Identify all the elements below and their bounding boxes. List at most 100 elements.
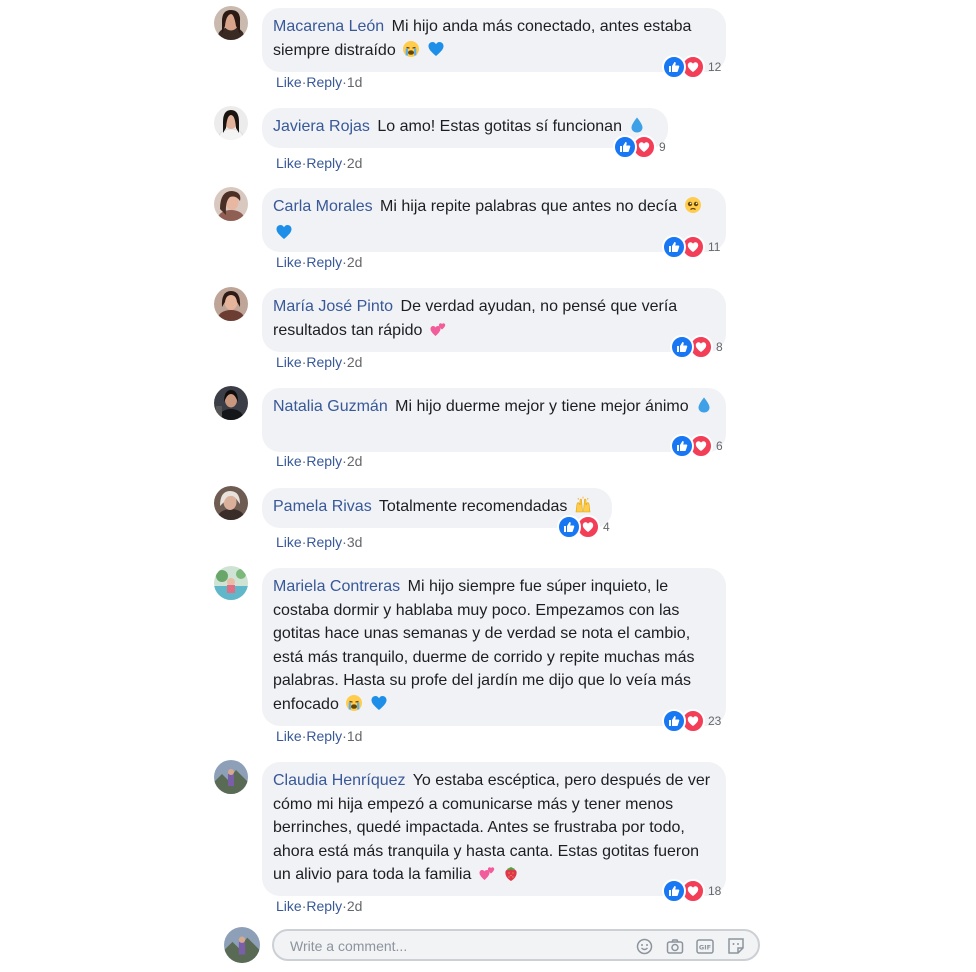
comment-time[interactable]: 2d <box>347 354 363 370</box>
reply-link[interactable]: Reply <box>306 453 342 469</box>
reaction-summary[interactable]: 6 <box>670 434 723 458</box>
reply-link[interactable]: Reply <box>306 254 342 270</box>
reply-link[interactable]: Reply <box>306 74 342 90</box>
comment-actions: Like·Reply·3d <box>276 534 362 550</box>
comment-text: Mi hija repite palabras que antes no dec… <box>380 198 678 215</box>
comment-time[interactable]: 2d <box>347 155 363 171</box>
user-avatar[interactable] <box>224 927 260 963</box>
reaction-count: 6 <box>716 439 723 453</box>
comment-input[interactable] <box>288 934 612 958</box>
avatar[interactable] <box>214 287 248 321</box>
reaction-count: 18 <box>708 884 722 898</box>
comment-author[interactable]: Natalia Guzmán <box>273 398 388 415</box>
like-reaction-icon <box>662 879 686 903</box>
like-link[interactable]: Like <box>276 728 302 744</box>
like-link[interactable]: Like <box>276 354 302 370</box>
crying-face-icon <box>345 694 363 720</box>
reaction-summary[interactable]: 8 <box>670 335 723 359</box>
avatar[interactable] <box>214 566 248 600</box>
emoji-icon[interactable] <box>635 937 653 955</box>
like-reaction-icon <box>670 335 694 359</box>
comment-author[interactable]: Mariela Contreras <box>273 578 400 595</box>
crying-face-icon <box>402 40 420 66</box>
like-reaction-icon <box>662 55 686 79</box>
comment-bubble: Carla Morales Mi hija repite palabras qu… <box>262 188 726 252</box>
reaction-count: 12 <box>708 60 722 74</box>
comment-text: Mi hijo siempre fue súper inquieto, le c… <box>273 578 695 713</box>
comment-author[interactable]: Carla Morales <box>273 198 373 215</box>
reaction-summary[interactable]: 4 <box>557 515 610 539</box>
comment-bubble: Macarena León Mi hijo anda más conectado… <box>262 8 726 72</box>
comment-actions: Like·Reply·2d <box>276 354 362 370</box>
two-hearts-icon <box>478 864 496 890</box>
reaction-count: 9 <box>659 140 666 154</box>
like-link[interactable]: Like <box>276 155 302 171</box>
reply-link[interactable]: Reply <box>306 155 342 171</box>
reaction-count: 8 <box>716 340 723 354</box>
gif-icon[interactable]: GIF <box>696 937 714 955</box>
comment-input-box[interactable]: GIF <box>272 929 760 961</box>
blue-heart-icon <box>370 694 388 720</box>
reply-link[interactable]: Reply <box>306 898 342 914</box>
avatar[interactable] <box>214 187 248 221</box>
comment-composer: GIF <box>0 924 976 968</box>
reaction-summary[interactable]: 11 <box>662 235 721 259</box>
two-hearts-icon <box>429 320 447 346</box>
avatar[interactable] <box>214 486 248 520</box>
like-reaction-icon <box>613 135 637 159</box>
reaction-summary[interactable]: 9 <box>613 135 666 159</box>
comment-text: Lo amo! Estas gotitas sí funcionan <box>377 118 622 135</box>
like-reaction-icon <box>662 235 686 259</box>
comment-time[interactable]: 3d <box>347 534 363 550</box>
comment-text: Totalmente recomendadas <box>378 498 568 515</box>
comment-time[interactable]: 1d <box>347 74 363 90</box>
comment-author[interactable]: María José Pinto <box>273 298 393 315</box>
comment-time[interactable]: 2d <box>347 453 363 469</box>
comment-author[interactable]: Javiera Rojas <box>273 118 370 135</box>
like-link[interactable]: Like <box>276 74 302 90</box>
comment-bubble: Mariela Contreras Mi hijo siempre fue sú… <box>262 568 726 726</box>
comment-bubble: Javiera Rojas Lo amo! Estas gotitas sí f… <box>262 108 668 148</box>
avatar[interactable] <box>214 6 248 40</box>
comment-time[interactable]: 1d <box>347 728 363 744</box>
like-link[interactable]: Like <box>276 898 302 914</box>
reaction-count: 11 <box>708 240 721 254</box>
reaction-count: 4 <box>603 520 610 534</box>
reply-link[interactable]: Reply <box>306 728 342 744</box>
comment-bubble: Claudia Henríquez Yo estaba escéptica, p… <box>262 762 726 896</box>
avatar[interactable] <box>214 386 248 420</box>
comment-time[interactable]: 2d <box>347 254 363 270</box>
sticker-icon[interactable] <box>727 937 745 955</box>
blue-heart-icon <box>275 223 293 249</box>
comment-author[interactable]: Macarena León <box>273 18 384 35</box>
comment-author[interactable]: Pamela Rivas <box>273 498 372 515</box>
reaction-summary[interactable]: 12 <box>662 55 722 79</box>
svg-text:GIF: GIF <box>699 943 711 951</box>
like-link[interactable]: Like <box>276 534 302 550</box>
reaction-summary[interactable]: 18 <box>662 879 722 903</box>
comment-author[interactable]: Claudia Henríquez <box>273 772 406 789</box>
like-reaction-icon <box>662 709 686 733</box>
like-link[interactable]: Like <box>276 254 302 270</box>
comment-actions: Like·Reply·2d <box>276 453 362 469</box>
reaction-summary[interactable]: 23 <box>662 709 722 733</box>
comment-actions: Like·Reply·2d <box>276 898 362 914</box>
comment-text: Mi hijo duerme mejor y tiene mejor ánimo <box>395 398 689 415</box>
reaction-count: 23 <box>708 714 722 728</box>
comment-actions: Like·Reply·1d <box>276 728 362 744</box>
camera-icon[interactable] <box>666 937 684 955</box>
comment-actions: Like·Reply·2d <box>276 155 362 171</box>
avatar[interactable] <box>214 760 248 794</box>
like-reaction-icon <box>670 434 694 458</box>
reply-link[interactable]: Reply <box>306 354 342 370</box>
comment-bubble: María José Pinto De verdad ayudan, no pe… <box>262 288 726 352</box>
reply-link[interactable]: Reply <box>306 534 342 550</box>
comment-actions: Like·Reply·2d <box>276 254 362 270</box>
comment-time[interactable]: 2d <box>347 898 363 914</box>
like-reaction-icon <box>557 515 581 539</box>
pleading-face-icon <box>684 196 702 222</box>
avatar[interactable] <box>214 106 248 140</box>
comment-actions: Like·Reply·1d <box>276 74 362 90</box>
comment-bubble: Natalia Guzmán Mi hijo duerme mejor y ti… <box>262 388 726 452</box>
like-link[interactable]: Like <box>276 453 302 469</box>
